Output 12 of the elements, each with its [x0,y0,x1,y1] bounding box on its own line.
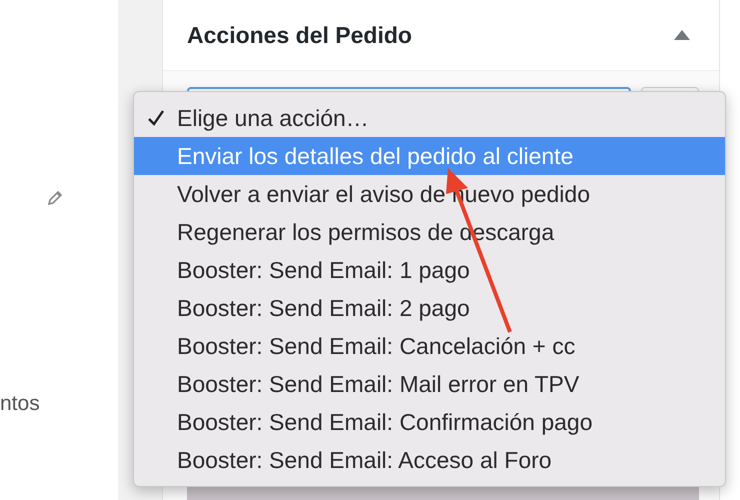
menu-item[interactable]: Booster: Send Email: Cancelación + cc [134,327,725,365]
panel-title: Acciones del Pedido [187,22,412,48]
pencil-icon[interactable] [46,189,64,207]
collapse-toggle[interactable] [673,29,691,41]
menu-item[interactable]: Elige una acción… [134,99,725,137]
menu-item[interactable]: Booster: Send Email: 2 pago [134,289,725,327]
menu-item[interactable]: Booster: Send Email: Confirmación pago [134,403,725,441]
sidebar-label: ntos [0,392,40,416]
menu-item[interactable]: Booster: Send Email: Acceso al Foro [134,441,725,479]
checkmark-icon [146,109,164,127]
menu-item[interactable]: Booster: Send Email: 1 pago [134,251,725,289]
menu-item[interactable]: Booster: Send Email: Mail error en TPV [134,365,725,403]
